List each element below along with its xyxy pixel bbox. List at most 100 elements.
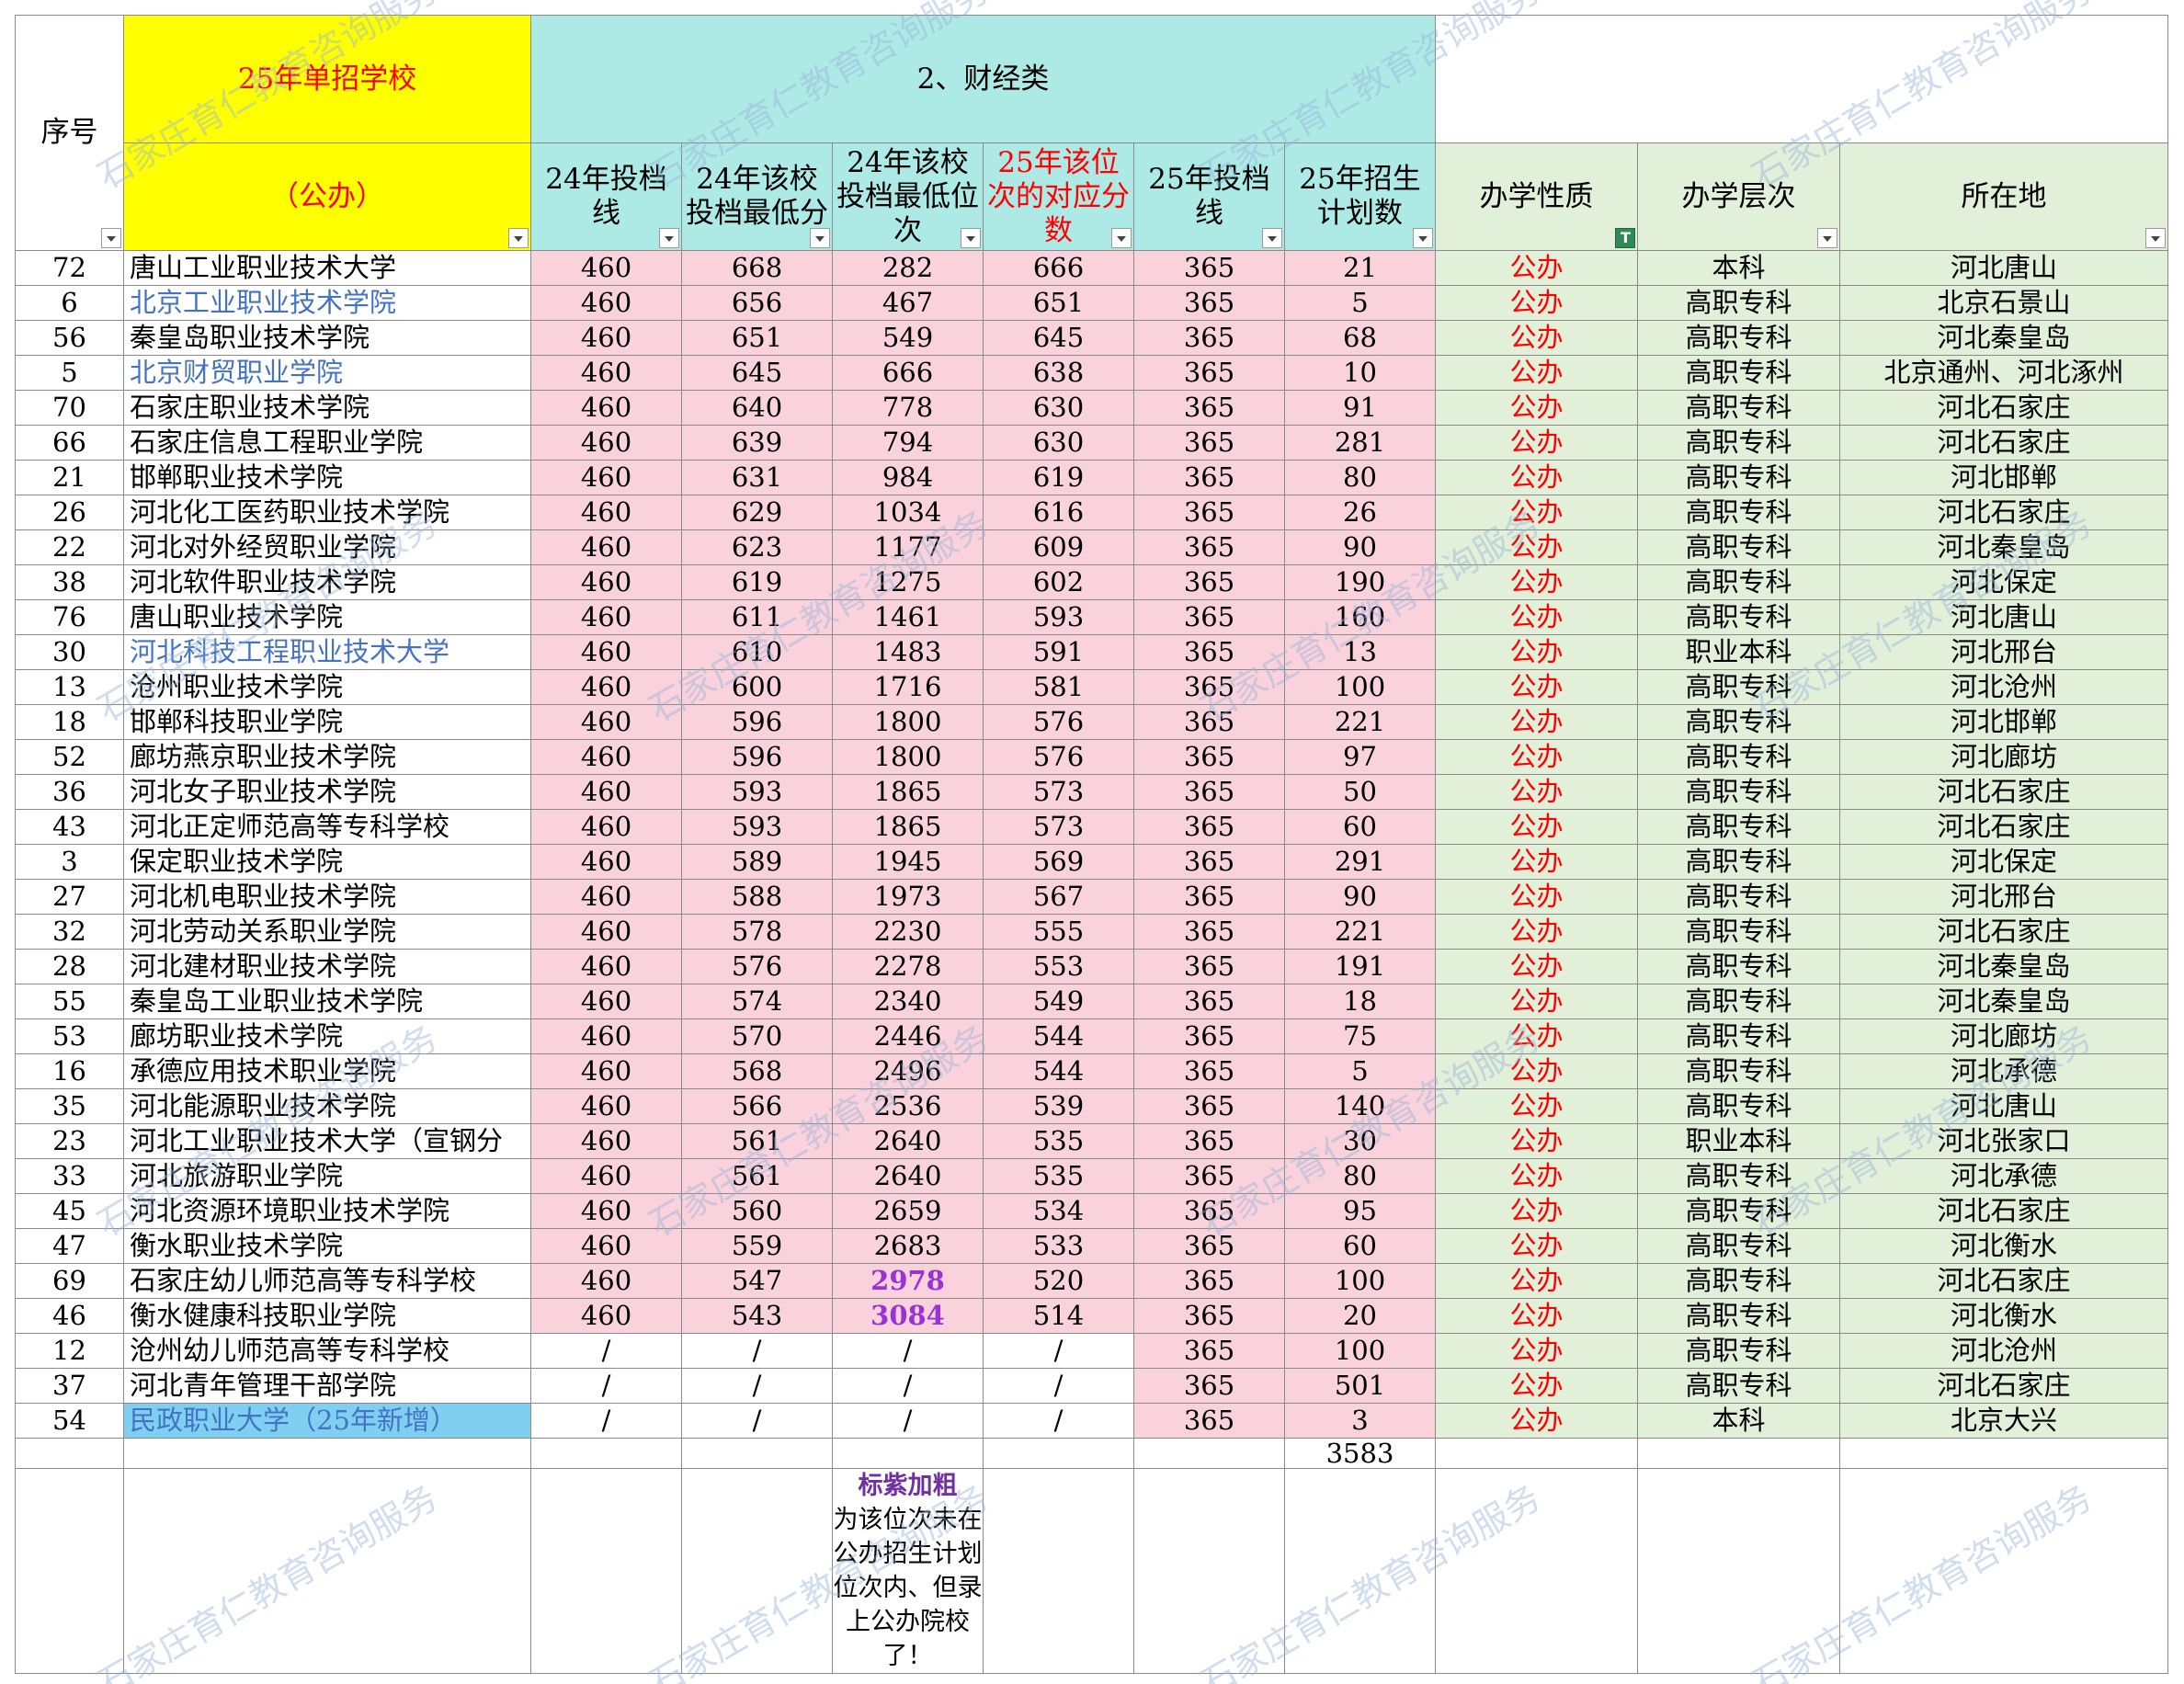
min24-cell[interactable]: 588: [681, 879, 833, 915]
type-cell[interactable]: 公办: [1435, 914, 1638, 950]
location-cell[interactable]: 北京石景山: [1839, 285, 2168, 321]
school-name-cell[interactable]: 石家庄职业技术学院: [123, 390, 531, 426]
rank24-cell[interactable]: 1461: [832, 599, 984, 635]
seq-cell[interactable]: 66: [15, 425, 124, 461]
line25-cell[interactable]: 365: [1133, 1403, 1285, 1439]
score25-cell[interactable]: 630: [983, 425, 1134, 461]
score25-cell[interactable]: 581: [983, 669, 1134, 705]
level-cell[interactable]: 高职专科: [1637, 984, 1840, 1019]
type-cell[interactable]: 公办: [1435, 460, 1638, 495]
score25-cell[interactable]: 533: [983, 1228, 1134, 1264]
level-cell[interactable]: 高职专科: [1637, 355, 1840, 391]
line25-cell[interactable]: 365: [1133, 1263, 1285, 1299]
min24-cell[interactable]: 568: [681, 1053, 833, 1089]
type-cell[interactable]: 公办: [1435, 704, 1638, 740]
seq-cell[interactable]: 22: [15, 529, 124, 565]
seq-cell[interactable]: 52: [15, 739, 124, 775]
filter-dropdown-icon[interactable]: [1817, 228, 1837, 248]
min24-cell[interactable]: 559: [681, 1228, 833, 1264]
seq-cell[interactable]: 6: [15, 285, 124, 321]
school-name-cell[interactable]: 河北青年管理干部学院: [123, 1368, 531, 1404]
type-cell[interactable]: 公办: [1435, 285, 1638, 321]
location-cell[interactable]: 河北邢台: [1839, 634, 2168, 670]
score25-cell[interactable]: 534: [983, 1193, 1134, 1229]
min24-cell[interactable]: 576: [681, 949, 833, 984]
min24-cell[interactable]: 645: [681, 355, 833, 391]
seq-cell[interactable]: 3: [15, 844, 124, 880]
rank24-cell[interactable]: /: [832, 1368, 984, 1404]
level-cell[interactable]: 高职专科: [1637, 1053, 1840, 1089]
seq-cell[interactable]: 72: [15, 250, 124, 286]
school-name-cell[interactable]: 沧州幼儿师范高等专科学校: [123, 1333, 531, 1369]
score25-cell[interactable]: 591: [983, 634, 1134, 670]
level-cell[interactable]: 高职专科: [1637, 390, 1840, 426]
line25-cell[interactable]: 365: [1133, 1088, 1285, 1124]
header-25-score[interactable]: 25年该位次的对应分数: [983, 142, 1134, 251]
rank24-cell[interactable]: 1865: [832, 774, 984, 810]
seq-cell[interactable]: 53: [15, 1018, 124, 1054]
location-cell[interactable]: 北京大兴: [1839, 1403, 2168, 1439]
type-cell[interactable]: 公办: [1435, 564, 1638, 600]
school-name-cell[interactable]: 河北旅游职业学院: [123, 1158, 531, 1194]
plan25-cell[interactable]: 90: [1284, 529, 1436, 565]
rank24-cell[interactable]: /: [832, 1403, 984, 1439]
seq-cell[interactable]: 36: [15, 774, 124, 810]
seq-cell[interactable]: 16: [15, 1053, 124, 1089]
level-cell[interactable]: 高职专科: [1637, 320, 1840, 356]
location-cell[interactable]: 河北承德: [1839, 1053, 2168, 1089]
line25-cell[interactable]: 365: [1133, 844, 1285, 880]
plan25-cell[interactable]: 26: [1284, 495, 1436, 530]
school-name-cell[interactable]: 河北软件职业技术学院: [123, 564, 531, 600]
type-cell[interactable]: 公办: [1435, 1333, 1638, 1369]
seq-cell[interactable]: 5: [15, 355, 124, 391]
score25-cell[interactable]: /: [983, 1333, 1134, 1369]
school-name-cell[interactable]: 北京工业职业技术学院: [123, 285, 531, 321]
header-location[interactable]: 所在地: [1839, 142, 2168, 251]
rank24-cell[interactable]: 666: [832, 355, 984, 391]
location-cell[interactable]: 河北石家庄: [1839, 1193, 2168, 1229]
line24-cell[interactable]: 460: [530, 739, 682, 775]
type-cell[interactable]: 公办: [1435, 1368, 1638, 1404]
min24-cell[interactable]: 561: [681, 1123, 833, 1159]
line25-cell[interactable]: 365: [1133, 529, 1285, 565]
plan25-cell[interactable]: 281: [1284, 425, 1436, 461]
min24-cell[interactable]: 656: [681, 285, 833, 321]
plan25-cell[interactable]: 5: [1284, 285, 1436, 321]
school-name-cell[interactable]: 民政职业大学（25年新增）: [123, 1403, 531, 1439]
location-cell[interactable]: 河北保定: [1839, 844, 2168, 880]
score25-cell[interactable]: 576: [983, 704, 1134, 740]
location-cell[interactable]: 河北张家口: [1839, 1123, 2168, 1159]
type-cell[interactable]: 公办: [1435, 1158, 1638, 1194]
line24-cell[interactable]: 460: [530, 529, 682, 565]
score25-cell[interactable]: 539: [983, 1088, 1134, 1124]
header-school-sub[interactable]: （公办）: [123, 142, 531, 251]
line24-cell[interactable]: 460: [530, 984, 682, 1019]
rank24-cell[interactable]: 2683: [832, 1228, 984, 1264]
plan25-cell[interactable]: 80: [1284, 1158, 1436, 1194]
plan25-cell[interactable]: 100: [1284, 1333, 1436, 1369]
seq-cell[interactable]: 45: [15, 1193, 124, 1229]
line25-cell[interactable]: 365: [1133, 250, 1285, 286]
rank24-cell[interactable]: 1800: [832, 704, 984, 740]
rank24-cell[interactable]: 794: [832, 425, 984, 461]
score25-cell[interactable]: 544: [983, 1018, 1134, 1054]
school-name-cell[interactable]: 廊坊职业技术学院: [123, 1018, 531, 1054]
line25-cell[interactable]: 365: [1133, 495, 1285, 530]
line24-cell[interactable]: 460: [530, 634, 682, 670]
rank24-cell[interactable]: 2278: [832, 949, 984, 984]
min24-cell[interactable]: 619: [681, 564, 833, 600]
level-cell[interactable]: 高职专科: [1637, 1368, 1840, 1404]
line25-cell[interactable]: 365: [1133, 390, 1285, 426]
level-cell[interactable]: 高职专科: [1637, 529, 1840, 565]
score25-cell[interactable]: 567: [983, 879, 1134, 915]
plan25-cell[interactable]: 191: [1284, 949, 1436, 984]
line25-cell[interactable]: 365: [1133, 739, 1285, 775]
plan25-cell[interactable]: 3: [1284, 1403, 1436, 1439]
min24-cell[interactable]: /: [681, 1368, 833, 1404]
plan25-cell[interactable]: 501: [1284, 1368, 1436, 1404]
type-cell[interactable]: 公办: [1435, 495, 1638, 530]
location-cell[interactable]: 河北石家庄: [1839, 495, 2168, 530]
level-cell[interactable]: 高职专科: [1637, 564, 1840, 600]
plan25-cell[interactable]: 100: [1284, 669, 1436, 705]
rank24-cell[interactable]: 1275: [832, 564, 984, 600]
